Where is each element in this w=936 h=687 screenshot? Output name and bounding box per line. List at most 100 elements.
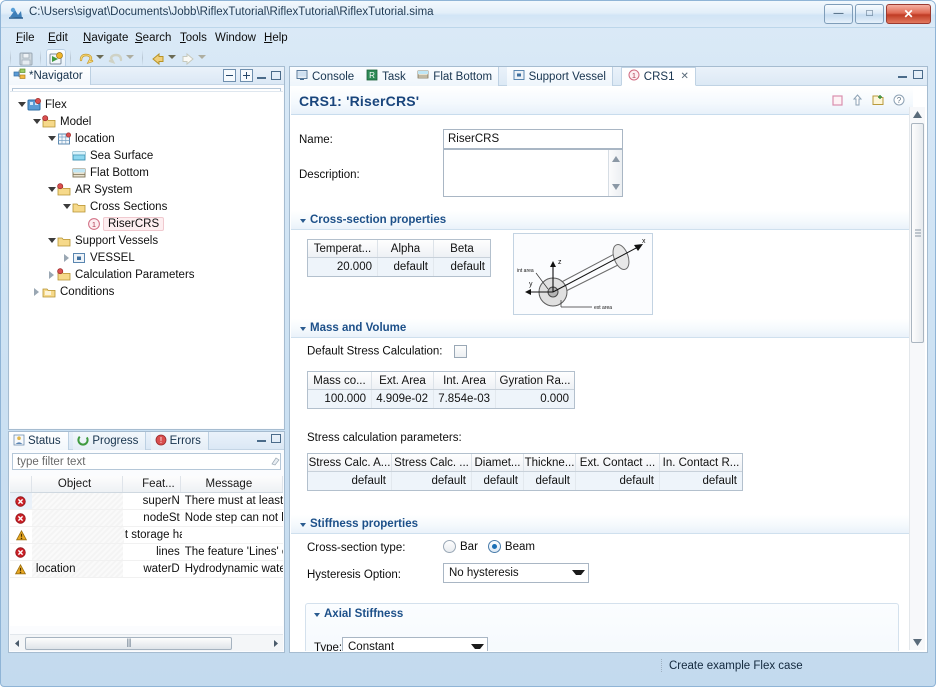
tree-item-location[interactable]: location [10, 130, 283, 147]
scroll-up-icon[interactable] [910, 107, 925, 122]
table-cell[interactable]: 0.000 [496, 390, 574, 408]
table-row[interactable]: locationwaterDHydrodynamic wate [10, 561, 283, 578]
column-header[interactable]: Mass co... [308, 372, 372, 389]
description-textarea[interactable] [443, 149, 623, 197]
chevron-right-icon[interactable] [61, 252, 72, 263]
help-icon[interactable]: ? [893, 94, 905, 109]
tree-item-risercrs[interactable]: 1RiserCRS [10, 215, 283, 232]
tab-console[interactable]: Console [290, 67, 361, 86]
tree-item-flat-bottom[interactable]: Flat Bottom [10, 164, 283, 181]
tab-progress[interactable]: Progress [73, 432, 146, 450]
chevron-down-icon[interactable] [31, 116, 42, 127]
menu-item-edit[interactable]: Edit [44, 31, 72, 45]
scroll-down-icon[interactable] [910, 635, 925, 650]
maximize-view-icon[interactable] [271, 71, 281, 80]
table-cell[interactable]: default [308, 472, 392, 490]
table-row[interactable]: No result storage ha [10, 527, 283, 544]
tree-item-cross-sections[interactable]: Cross Sections [10, 198, 283, 215]
scroll-thumb[interactable] [911, 123, 924, 343]
table-row[interactable]: superNThere must at least [10, 493, 283, 510]
minimize-view-icon[interactable] [257, 434, 267, 443]
table-cell[interactable]: default [524, 472, 576, 490]
table-cell[interactable]: 20.000 [308, 258, 378, 276]
tree-item-support-vessels[interactable]: Support Vessels [10, 232, 283, 249]
chevron-down-icon[interactable] [46, 235, 57, 246]
tab-support-vessel[interactable]: Support Vessel [507, 67, 613, 86]
tree-item-calculation-parameters[interactable]: Calculation Parameters [10, 266, 283, 283]
chevron-down-icon[interactable] [300, 523, 306, 527]
section-header-mass-and-volume[interactable]: Mass and Volume [291, 319, 913, 338]
column-header[interactable]: Beta [434, 240, 490, 257]
table-cell[interactable]: default [472, 472, 524, 490]
table-cell[interactable]: 7.854e-03 [434, 390, 496, 408]
collapse-all-icon[interactable] [223, 69, 236, 82]
clear-filter-icon[interactable] [267, 457, 276, 466]
tab-task[interactable]: RTask [360, 67, 413, 86]
minimize-view-icon[interactable] [898, 70, 908, 79]
scroll-up-icon[interactable] [612, 153, 620, 165]
axial-stiffness-type-select[interactable]: Constant [342, 637, 488, 651]
section-header-cross-section-properties[interactable]: Cross-section properties [291, 211, 913, 230]
status-column-header[interactable] [10, 476, 32, 492]
status-column-header[interactable]: Object [32, 476, 123, 492]
scroll-right-icon[interactable] [268, 636, 283, 651]
tree-item-conditions[interactable]: Conditions [10, 283, 283, 300]
chevron-down-icon[interactable] [471, 644, 484, 649]
table-cell[interactable]: default [576, 472, 660, 490]
scroll-track[interactable] [25, 636, 268, 651]
navigator-tree[interactable]: FlexModellocationSea SurfaceFlat BottomA… [10, 91, 283, 428]
radio-beam[interactable] [488, 540, 501, 553]
chevron-down-icon[interactable] [46, 133, 57, 144]
table-cell[interactable]: 4.909e-02 [372, 390, 434, 408]
status-column-header[interactable]: Message [181, 476, 283, 492]
forward-dropdown-arrow[interactable] [198, 55, 205, 60]
table-row[interactable]: 100.0004.909e-027.854e-030.000 [308, 390, 574, 408]
tab-flat-bottom[interactable]: Flat Bottom [411, 67, 499, 86]
table-cell[interactable]: default [434, 258, 490, 276]
table-row[interactable]: linesThe feature 'Lines' o [10, 544, 283, 561]
scroll-thumb[interactable] [25, 637, 232, 650]
tab-navigator[interactable]: *Navigator [9, 67, 91, 85]
section-header-axial-stiffness[interactable]: Axial Stiffness [306, 604, 898, 626]
expand-all-icon[interactable] [240, 69, 253, 82]
minimize-view-icon[interactable] [257, 71, 267, 80]
tree-item-ar-system[interactable]: AR System [10, 181, 283, 198]
menu-item-window[interactable]: Window [211, 31, 260, 45]
column-header[interactable]: Temperat... [308, 240, 378, 257]
column-header[interactable]: In. Contact R... [660, 454, 742, 471]
cross-section-properties-table[interactable]: Temperat...AlphaBeta20.000defaultdefault [307, 239, 491, 277]
column-header[interactable]: Thickne... [524, 454, 576, 471]
column-header[interactable]: Diamet... [472, 454, 524, 471]
menu-item-navigate[interactable]: Navigate [79, 31, 132, 45]
table-cell[interactable]: default [392, 472, 472, 490]
scroll-left-icon[interactable] [10, 636, 25, 651]
menu-item-search[interactable]: Search [131, 31, 175, 45]
mass-and-volume-table[interactable]: Mass co...Ext. AreaInt. AreaGyration Ra.… [307, 371, 575, 409]
close-icon[interactable]: ✕ [680, 71, 688, 82]
close-button[interactable]: ✕ [886, 4, 931, 24]
status-column-header[interactable]: Feat... [123, 476, 181, 492]
section-header-stiffness-properties[interactable]: Stiffness properties [291, 515, 913, 534]
menu-item-help[interactable]: Help [260, 31, 292, 45]
description-scrollbar[interactable] [608, 150, 622, 196]
stress-calculation-parameters-table[interactable]: Stress Calc. A...Stress Calc. ...Diamet.… [307, 453, 743, 491]
menu-item-file[interactable]: File [12, 31, 39, 45]
tree-item-vessel[interactable]: VESSEL [10, 249, 283, 266]
radio-bar[interactable] [443, 540, 456, 553]
column-header[interactable]: Int. Area [434, 372, 496, 389]
hysteresis-option-select[interactable]: No hysteresis [443, 563, 589, 583]
name-input[interactable] [443, 129, 623, 149]
table-cell[interactable]: 100.000 [308, 390, 372, 408]
status-horizontal-scrollbar[interactable] [10, 634, 283, 651]
maximize-view-icon[interactable] [271, 434, 281, 443]
scroll-down-icon[interactable] [612, 181, 620, 193]
chevron-right-icon[interactable] [46, 269, 57, 280]
chevron-down-icon[interactable] [572, 570, 585, 575]
chevron-down-icon[interactable] [61, 201, 72, 212]
chevron-down-icon[interactable] [16, 99, 27, 110]
tree-item-flex[interactable]: Flex [10, 96, 283, 113]
tab-status[interactable]: Status [9, 432, 69, 450]
default-stress-calculation-checkbox[interactable] [454, 345, 467, 358]
status-table[interactable]: ObjectFeat...Message superNThere must at… [10, 476, 283, 626]
chevron-down-icon[interactable] [300, 327, 306, 331]
